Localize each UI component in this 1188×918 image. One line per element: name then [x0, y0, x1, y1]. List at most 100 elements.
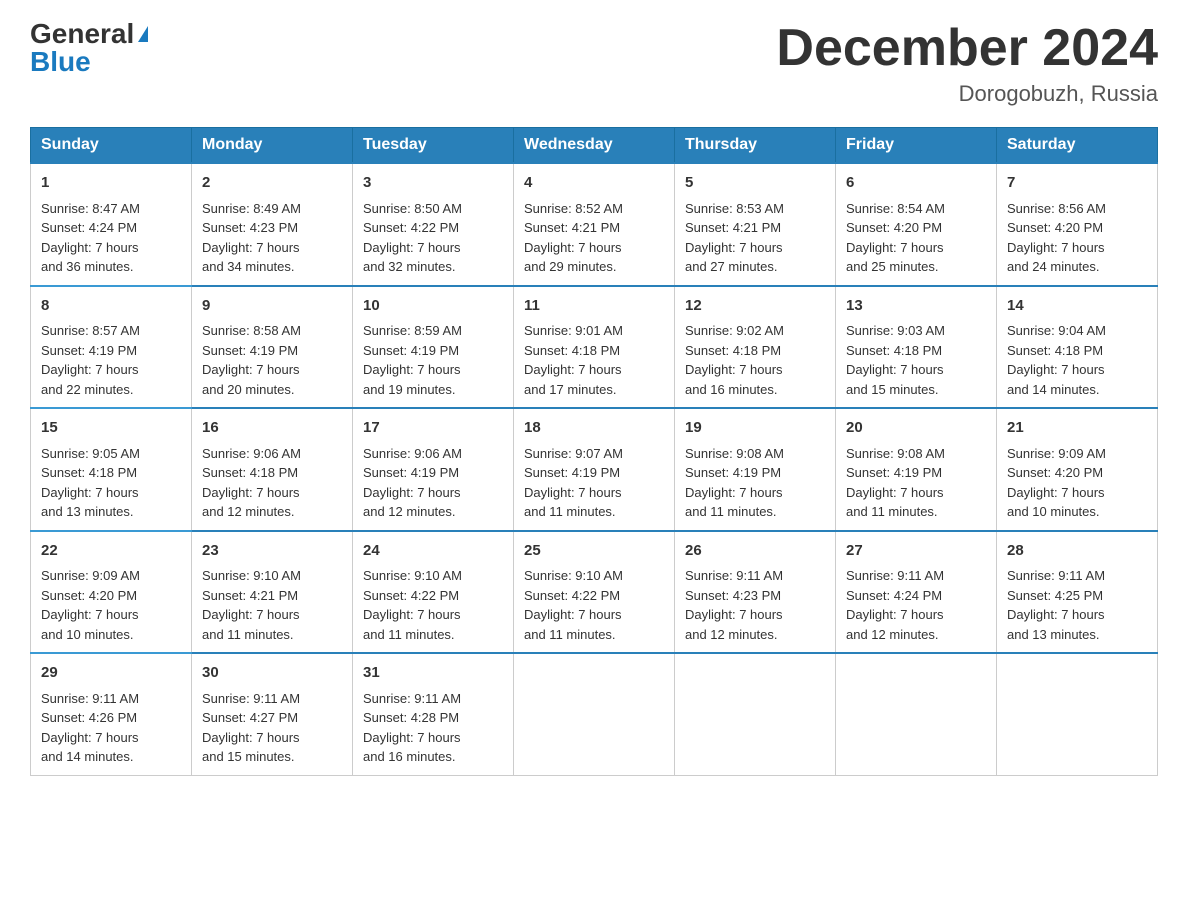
day-info: Sunrise: 9:10 AMSunset: 4:22 PMDaylight:… — [524, 568, 623, 642]
day-info: Sunrise: 8:58 AMSunset: 4:19 PMDaylight:… — [202, 323, 301, 397]
day-info: Sunrise: 9:08 AMSunset: 4:19 PMDaylight:… — [685, 446, 784, 520]
day-cell: 18 Sunrise: 9:07 AMSunset: 4:19 PMDayligh… — [514, 408, 675, 531]
day-cell: 5 Sunrise: 8:53 AMSunset: 4:21 PMDaylight… — [675, 163, 836, 286]
day-info: Sunrise: 9:06 AMSunset: 4:19 PMDaylight:… — [363, 446, 462, 520]
day-cell: 16 Sunrise: 9:06 AMSunset: 4:18 PMDayligh… — [192, 408, 353, 531]
day-info: Sunrise: 8:47 AMSunset: 4:24 PMDaylight:… — [41, 201, 140, 275]
day-number: 19 — [685, 417, 825, 440]
day-cell: 12 Sunrise: 9:02 AMSunset: 4:18 PMDayligh… — [675, 286, 836, 409]
day-cell: 14 Sunrise: 9:04 AMSunset: 4:18 PMDayligh… — [997, 286, 1158, 409]
day-cell: 25 Sunrise: 9:10 AMSunset: 4:22 PMDayligh… — [514, 531, 675, 654]
day-number: 16 — [202, 417, 342, 440]
day-cell: 30 Sunrise: 9:11 AMSunset: 4:27 PMDayligh… — [192, 653, 353, 775]
day-cell: 2 Sunrise: 8:49 AMSunset: 4:23 PMDaylight… — [192, 163, 353, 286]
day-cell: 9 Sunrise: 8:58 AMSunset: 4:19 PMDaylight… — [192, 286, 353, 409]
day-number: 4 — [524, 172, 664, 195]
day-number: 21 — [1007, 417, 1147, 440]
day-info: Sunrise: 9:11 AMSunset: 4:26 PMDaylight:… — [41, 691, 139, 765]
day-info: Sunrise: 9:11 AMSunset: 4:24 PMDaylight:… — [846, 568, 944, 642]
page-header: General Blue December 2024 Dorogobuzh, R… — [30, 20, 1158, 107]
day-info: Sunrise: 8:56 AMSunset: 4:20 PMDaylight:… — [1007, 201, 1106, 275]
header-row: SundayMondayTuesdayWednesdayThursdayFrid… — [31, 128, 1158, 164]
day-number: 11 — [524, 295, 664, 318]
day-cell — [997, 653, 1158, 775]
logo: General Blue — [30, 20, 148, 76]
day-cell: 13 Sunrise: 9:03 AMSunset: 4:18 PMDayligh… — [836, 286, 997, 409]
header-cell-monday: Monday — [192, 128, 353, 164]
day-number: 18 — [524, 417, 664, 440]
day-cell: 19 Sunrise: 9:08 AMSunset: 4:19 PMDayligh… — [675, 408, 836, 531]
day-cell: 4 Sunrise: 8:52 AMSunset: 4:21 PMDaylight… — [514, 163, 675, 286]
day-cell: 21Sunrise: 9:09 AMSunset: 4:20 PMDayligh… — [997, 408, 1158, 531]
day-number: 12 — [685, 295, 825, 318]
day-cell: 26Sunrise: 9:11 AMSunset: 4:23 PMDayligh… — [675, 531, 836, 654]
day-info: Sunrise: 9:07 AMSunset: 4:19 PMDaylight:… — [524, 446, 623, 520]
day-number: 20 — [846, 417, 986, 440]
day-number: 9 — [202, 295, 342, 318]
day-info: Sunrise: 8:52 AMSunset: 4:21 PMDaylight:… — [524, 201, 623, 275]
week-row-5: 29Sunrise: 9:11 AMSunset: 4:26 PMDayligh… — [31, 653, 1158, 775]
day-cell: 10 Sunrise: 8:59 AMSunset: 4:19 PMDayligh… — [353, 286, 514, 409]
day-number: 30 — [202, 662, 342, 685]
day-cell: 27 Sunrise: 9:11 AMSunset: 4:24 PMDayligh… — [836, 531, 997, 654]
day-info: Sunrise: 9:05 AMSunset: 4:18 PMDaylight:… — [41, 446, 140, 520]
day-number: 8 — [41, 295, 181, 318]
day-number: 13 — [846, 295, 986, 318]
day-info: Sunrise: 8:57 AMSunset: 4:19 PMDaylight:… — [41, 323, 140, 397]
day-cell: 29Sunrise: 9:11 AMSunset: 4:26 PMDayligh… — [31, 653, 192, 775]
day-number: 31 — [363, 662, 503, 685]
day-info: Sunrise: 9:03 AMSunset: 4:18 PMDaylight:… — [846, 323, 945, 397]
day-number: 3 — [363, 172, 503, 195]
day-cell: 31 Sunrise: 9:11 AMSunset: 4:28 PMDayligh… — [353, 653, 514, 775]
day-cell: 22 Sunrise: 9:09 AMSunset: 4:20 PMDayligh… — [31, 531, 192, 654]
day-info: Sunrise: 8:53 AMSunset: 4:21 PMDaylight:… — [685, 201, 784, 275]
day-number: 23 — [202, 540, 342, 563]
day-number: 24 — [363, 540, 503, 563]
day-number: 10 — [363, 295, 503, 318]
day-info: Sunrise: 9:10 AMSunset: 4:21 PMDaylight:… — [202, 568, 301, 642]
day-number: 7 — [1007, 172, 1147, 195]
header-cell-tuesday: Tuesday — [353, 128, 514, 164]
day-info: Sunrise: 9:09 AMSunset: 4:20 PMDaylight:… — [41, 568, 140, 642]
day-number: 27 — [846, 540, 986, 563]
day-info: Sunrise: 9:11 AMSunset: 4:23 PMDaylight:… — [685, 568, 783, 642]
day-info: Sunrise: 9:11 AMSunset: 4:25 PMDaylight:… — [1007, 568, 1105, 642]
calendar-table: SundayMondayTuesdayWednesdayThursdayFrid… — [30, 127, 1158, 776]
day-info: Sunrise: 9:11 AMSunset: 4:28 PMDaylight:… — [363, 691, 461, 765]
day-info: Sunrise: 8:49 AMSunset: 4:23 PMDaylight:… — [202, 201, 301, 275]
calendar-header: SundayMondayTuesdayWednesdayThursdayFrid… — [31, 128, 1158, 164]
header-cell-sunday: Sunday — [31, 128, 192, 164]
day-number: 6 — [846, 172, 986, 195]
day-info: Sunrise: 9:02 AMSunset: 4:18 PMDaylight:… — [685, 323, 784, 397]
day-cell: 15Sunrise: 9:05 AMSunset: 4:18 PMDayligh… — [31, 408, 192, 531]
day-cell — [675, 653, 836, 775]
day-info: Sunrise: 9:11 AMSunset: 4:27 PMDaylight:… — [202, 691, 300, 765]
day-cell — [514, 653, 675, 775]
location-title: Dorogobuzh, Russia — [776, 81, 1158, 107]
day-number: 17 — [363, 417, 503, 440]
day-cell: 28Sunrise: 9:11 AMSunset: 4:25 PMDayligh… — [997, 531, 1158, 654]
day-number: 14 — [1007, 295, 1147, 318]
day-info: Sunrise: 9:04 AMSunset: 4:18 PMDaylight:… — [1007, 323, 1106, 397]
day-info: Sunrise: 8:54 AMSunset: 4:20 PMDaylight:… — [846, 201, 945, 275]
day-info: Sunrise: 9:01 AMSunset: 4:18 PMDaylight:… — [524, 323, 623, 397]
day-info: Sunrise: 9:06 AMSunset: 4:18 PMDaylight:… — [202, 446, 301, 520]
day-cell: 3Sunrise: 8:50 AMSunset: 4:22 PMDaylight… — [353, 163, 514, 286]
day-cell: 8 Sunrise: 8:57 AMSunset: 4:19 PMDaylight… — [31, 286, 192, 409]
week-row-2: 8 Sunrise: 8:57 AMSunset: 4:19 PMDaylight… — [31, 286, 1158, 409]
week-row-4: 22 Sunrise: 9:09 AMSunset: 4:20 PMDayligh… — [31, 531, 1158, 654]
header-cell-wednesday: Wednesday — [514, 128, 675, 164]
logo-triangle-icon — [138, 26, 148, 42]
title-block: December 2024 Dorogobuzh, Russia — [776, 20, 1158, 107]
month-title: December 2024 — [776, 20, 1158, 77]
day-number: 25 — [524, 540, 664, 563]
day-cell: 24Sunrise: 9:10 AMSunset: 4:22 PMDayligh… — [353, 531, 514, 654]
day-number: 2 — [202, 172, 342, 195]
header-cell-thursday: Thursday — [675, 128, 836, 164]
day-number: 1 — [41, 172, 181, 195]
header-cell-friday: Friday — [836, 128, 997, 164]
day-info: Sunrise: 8:59 AMSunset: 4:19 PMDaylight:… — [363, 323, 462, 397]
day-number: 22 — [41, 540, 181, 563]
calendar-body: 1 Sunrise: 8:47 AMSunset: 4:24 PMDaylight… — [31, 163, 1158, 775]
day-number: 5 — [685, 172, 825, 195]
